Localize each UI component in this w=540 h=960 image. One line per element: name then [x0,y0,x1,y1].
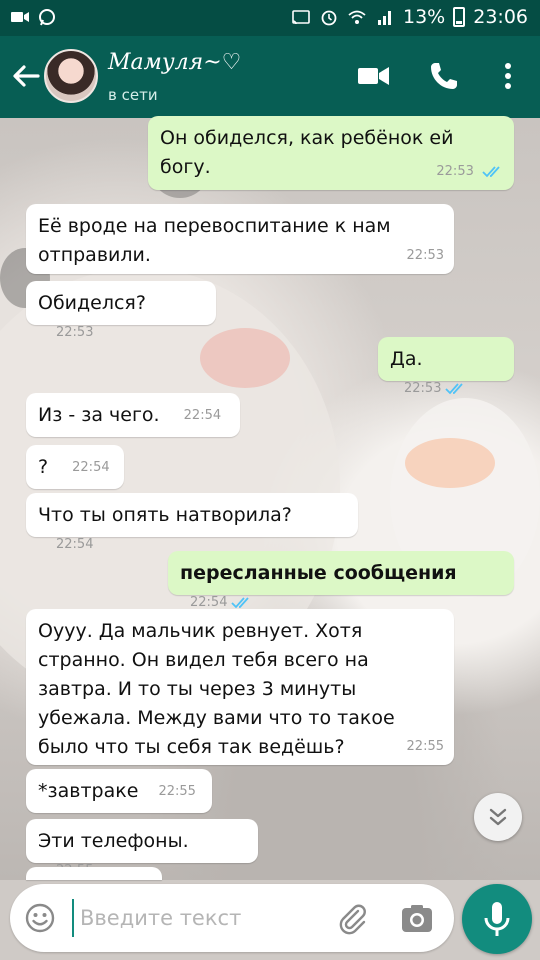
wifi-icon [348,10,366,24]
wallpaper-shape [200,328,290,388]
contact-avatar[interactable] [44,49,98,103]
message-text: Да. [390,348,423,370]
emoji-icon[interactable] [24,902,56,934]
message-text: Что ты опять натворила? [38,504,292,526]
message-text: Из - за чего. [38,404,160,426]
message-text: Обиделся? [38,292,146,314]
battery-icon [453,7,466,27]
message-text: *завтраке [38,780,139,802]
message-time: 22:55 [158,784,196,799]
message-outgoing[interactable]: пересланные сообщения 22:54 [168,551,514,610]
message-time: 22:53 [436,164,474,179]
battery-percent: 13% [403,6,446,28]
contact-name[interactable]: Мамуля~♡ [108,50,241,75]
message-incoming[interactable]: *завтраке 22:55 [26,769,212,813]
message-incoming-partial[interactable] [26,867,162,880]
mic-icon [484,902,510,936]
chevron-double-down-icon [489,808,507,826]
message-time: 22:54 [72,460,110,475]
cast-icon [292,10,310,25]
attach-icon[interactable] [336,902,370,936]
video-notification-icon [11,12,29,22]
message-text: Эти телефоны. [38,830,189,852]
scroll-to-bottom-button[interactable] [474,793,522,841]
camera-icon[interactable] [400,902,434,936]
message-text: пересланные сообщения [180,562,457,584]
message-text: ? [38,456,49,478]
message-incoming[interactable]: Её вроде на перевоспитание к нам отправи… [26,204,454,274]
contact-status: в сети [108,86,158,104]
message-time: 22:53 [404,381,442,396]
message-meta: 22:53 [404,374,467,403]
message-incoming[interactable]: Из - за чего. 22:54 [26,393,240,437]
read-ticks-icon [445,382,464,394]
message-time: 22:54 [183,408,222,423]
read-ticks-icon [482,165,500,177]
message-incoming[interactable]: Эти телефоны. 22:55 [26,819,258,878]
chat-header: Мамуля~♡ в сети [0,36,540,118]
compose-bar [10,884,454,952]
message-outgoing[interactable]: Да. 22:53 [378,337,514,396]
back-arrow-icon[interactable] [8,58,44,94]
message-meta: 22:53 [436,157,504,186]
message-incoming[interactable]: Обиделся? 22:53 [26,281,216,340]
alarm-icon [321,10,337,26]
message-incoming[interactable]: Что ты опять натворила? 22:54 [26,493,358,552]
clock: 23:06 [473,6,528,28]
message-text: Он обиделся, как ребёнок ей богу. [160,127,460,178]
mic-button[interactable] [462,884,532,954]
signal-icon [378,11,391,25]
message-text: Её вроде на перевоспитание к нам отправи… [38,215,397,266]
phone-icon[interactable] [426,58,462,94]
status-bar: 13% 23:06 [0,0,540,36]
read-ticks-icon [231,596,250,608]
message-time: 22:54 [190,595,228,610]
more-vert-icon[interactable] [490,58,526,94]
message-time: 22:54 [56,537,94,552]
message-meta: 22:55 [407,732,444,761]
video-call-icon[interactable] [356,58,392,94]
message-time: 22:53 [406,248,444,263]
message-time: 22:55 [406,739,444,754]
message-text: Оууу. Да мальчик ревнует. Хотя странно. … [38,620,401,758]
whatsapp-notification-icon [39,9,55,26]
message-meta: 22:53 [407,241,444,270]
message-incoming[interactable]: Оууу. Да мальчик ревнует. Хотя странно. … [26,609,454,765]
wallpaper-shape [405,438,495,488]
message-incoming[interactable]: ? 22:54 [26,445,124,489]
message-outgoing[interactable]: Он обиделся, как ребёнок ей богу. 22:53 [148,116,514,190]
message-input[interactable] [72,899,312,937]
message-time: 22:53 [56,325,94,340]
